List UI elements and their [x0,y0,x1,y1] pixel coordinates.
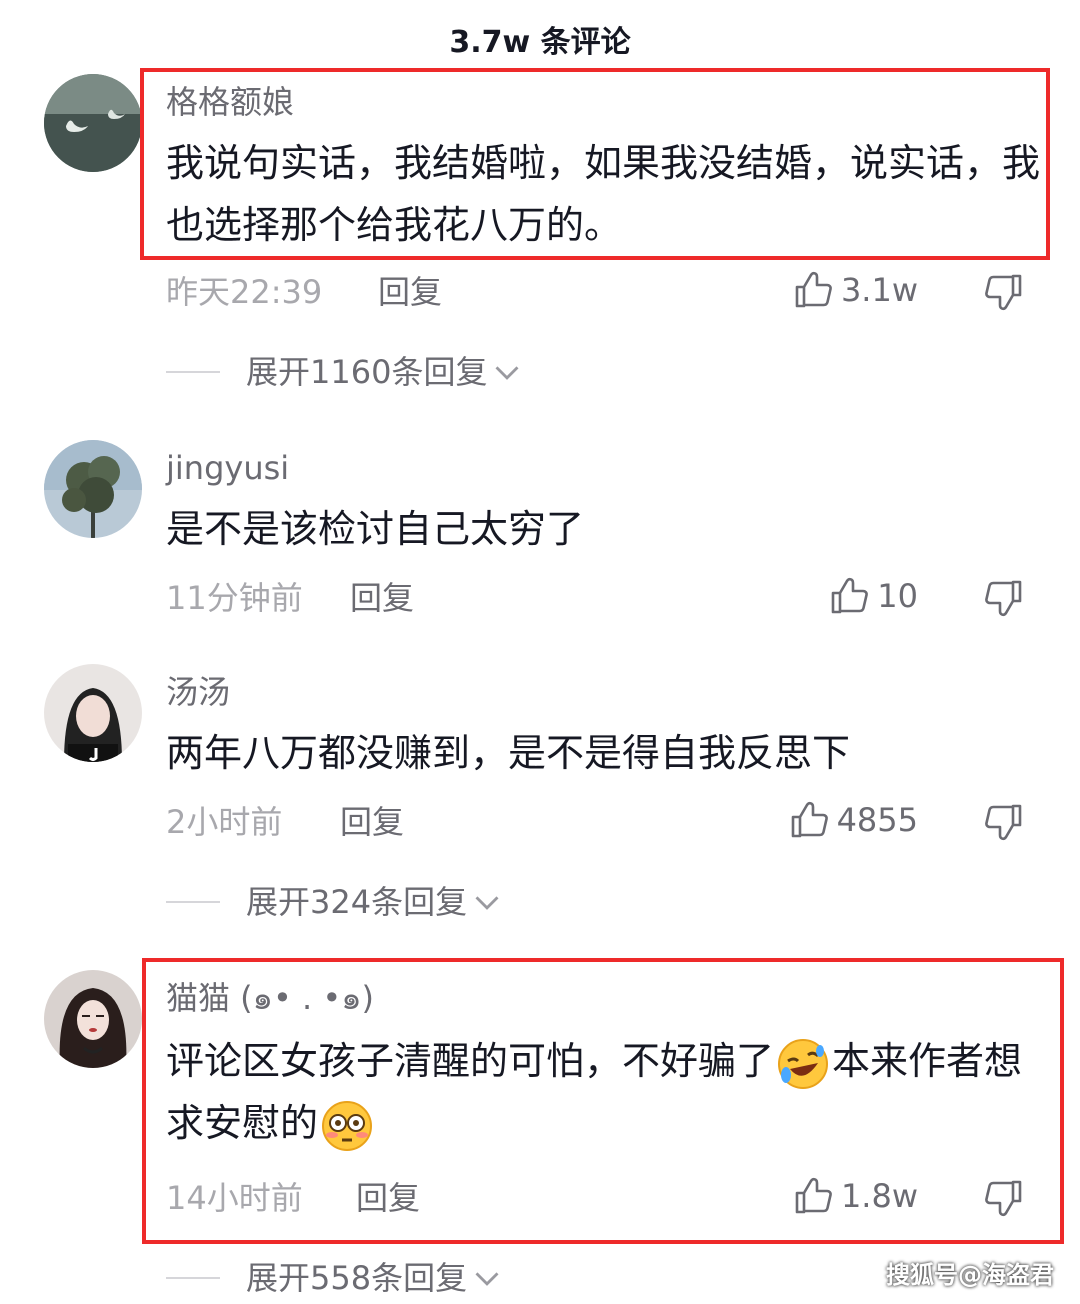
comment-text: 两年八万都没赚到，是不是得自我反思下 [166,731,851,775]
watermark: 搜狐号@海盗君 [886,1261,1054,1289]
expand-replies-button[interactable]: 展开324条回复 [166,882,501,922]
username[interactable]: jingyusi [166,448,289,488]
expand-replies-label: 展开324条回复 [246,883,468,921]
like-count: 3.1w [840,271,918,309]
chevron-down-icon [473,888,501,916]
like-count: 4855 [836,801,918,839]
chevron-down-icon [473,1264,501,1292]
dislike-button[interactable] [984,272,1024,312]
reply-button[interactable]: 回复 [350,578,414,618]
comment-time: 11分钟前 [166,579,303,617]
chevron-down-icon [493,358,521,386]
avatar[interactable] [44,664,142,762]
avatar[interactable] [44,440,142,538]
reply-button[interactable]: 回复 [340,802,404,842]
like-button[interactable]: 10 [829,576,918,616]
reply-button[interactable]: 回复 [378,272,442,312]
highlight-box [140,68,1050,260]
divider-line [166,901,220,903]
dislike-button[interactable] [984,802,1024,842]
expand-replies-button[interactable]: 展开558条回复 [166,1258,501,1298]
like-button[interactable]: 3.1w [793,270,918,310]
like-button[interactable]: 4855 [789,800,918,840]
comment-text: 是不是该检讨自己太穷了 [166,507,585,551]
thumb-up-icon [789,800,829,840]
thumb-down-icon [984,802,1024,842]
anime-girl-avatar-image [44,970,142,1068]
like-count: 10 [877,577,918,615]
highlight-box [142,958,1064,1244]
divider-line [166,371,220,373]
username[interactable]: 汤汤 [166,672,230,712]
thumb-down-icon [984,578,1024,618]
comment-time: 2小时前 [166,803,283,841]
dislike-button[interactable] [984,578,1024,618]
avatar[interactable] [44,970,142,1068]
divider-line [166,1277,220,1279]
comment-time: 昨天22:39 [166,273,323,311]
thumb-down-icon [984,272,1024,312]
avatar[interactable] [44,74,142,172]
expand-replies-label: 展开558条回复 [246,1259,468,1297]
expand-replies-button[interactable]: 展开1160条回复 [166,352,521,392]
thumb-up-icon [793,270,833,310]
thumb-up-icon [829,576,869,616]
comment-count-title: 3.7w 条评论 [449,25,631,60]
swan-lake-avatar-image [44,74,142,172]
girl-portrait-avatar-image [44,664,142,762]
expand-replies-label: 展开1160条回复 [246,353,488,391]
tree-sky-avatar-image [44,440,142,538]
